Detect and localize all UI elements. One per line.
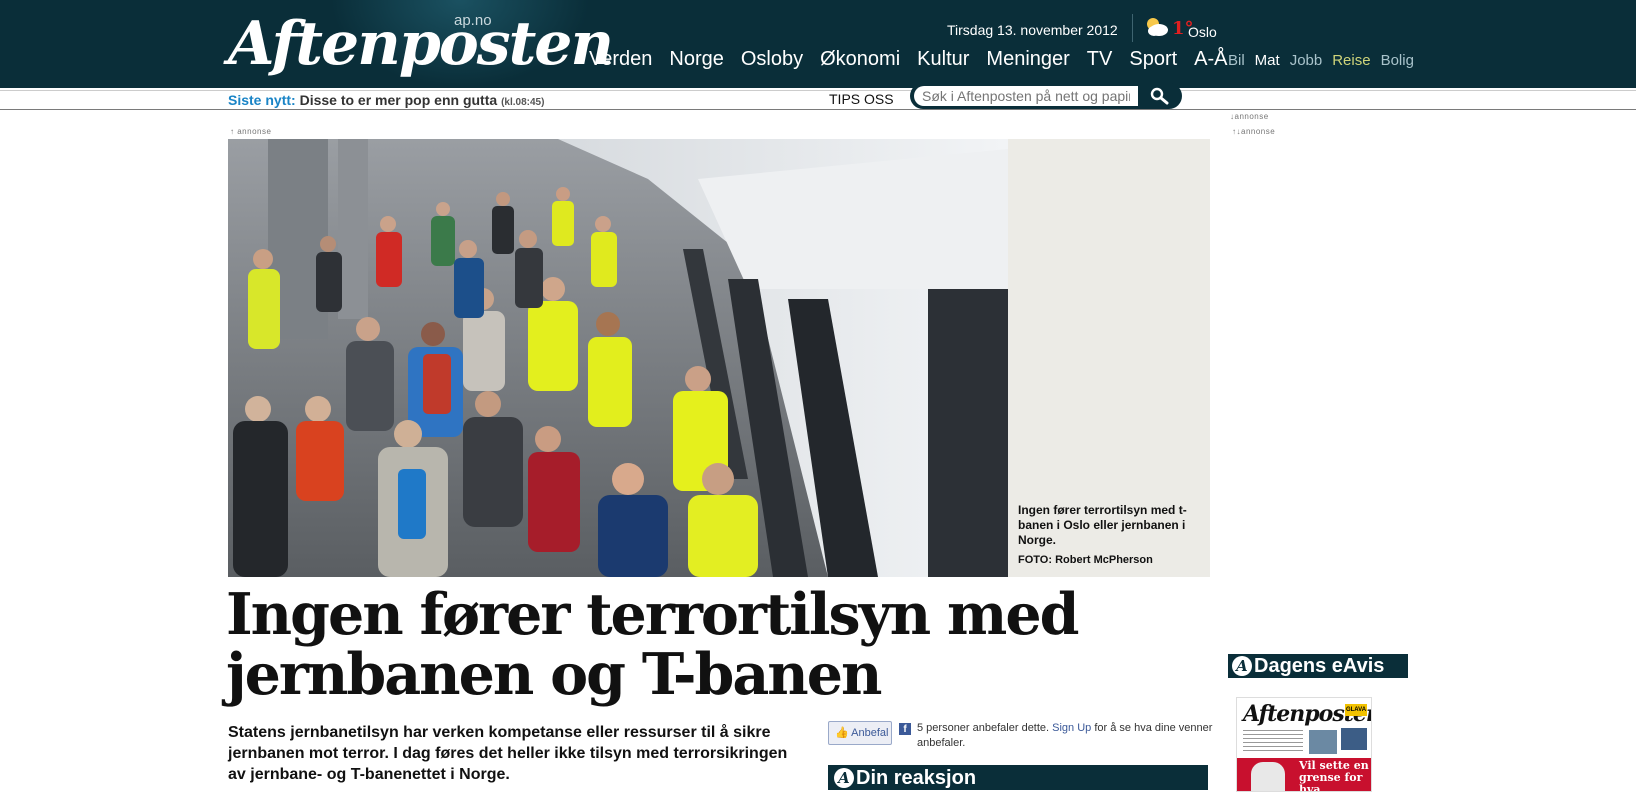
- eavis-thumb-photo: [1309, 730, 1337, 754]
- recommend-text: 5 personer anbefaler dette. Sign Up for …: [917, 722, 1213, 749]
- main-navigation: Verden Norge Osloby Økonomi Kultur Menin…: [589, 48, 1228, 71]
- eavis-thumb-car: [1341, 728, 1367, 750]
- article-lede: Statens jernbanetilsyn har verken kompet…: [228, 724, 788, 783]
- nav-a-a[interactable]: A-Å: [1194, 48, 1227, 71]
- eavis-thumb-headline: Vil sette en grense for hva: [1299, 759, 1369, 792]
- eavis-title[interactable]: Dagens eAvis: [1254, 655, 1384, 678]
- logo-domain[interactable]: ap.no: [454, 12, 492, 29]
- ticker-label: Siste nytt:: [228, 92, 296, 108]
- tips-link[interactable]: TIPS OSS: [829, 91, 894, 107]
- search-input[interactable]: [914, 86, 1138, 106]
- nav-meninger[interactable]: Meninger: [986, 48, 1069, 71]
- nav-sport[interactable]: Sport: [1129, 48, 1177, 71]
- aftenposten-a-icon: A: [834, 768, 854, 788]
- nav-mat[interactable]: Mat: [1255, 52, 1280, 69]
- nav-norge[interactable]: Norge: [669, 48, 723, 71]
- recommend-label: Anbefal: [851, 727, 889, 739]
- eavis-thumbnail[interactable]: Aftenposten GLAVA Vil sette en grense fo…: [1236, 697, 1372, 792]
- signup-link[interactable]: Sign Up: [1052, 722, 1091, 734]
- facebook-icon: f: [899, 723, 911, 735]
- site-logo[interactable]: Aftenposten: [228, 4, 614, 84]
- article-headline: Ingen fører terrortilsyn med jernbanen o…: [226, 581, 1080, 708]
- current-date: Tirsdag 13. november 2012: [947, 22, 1118, 38]
- nav-osloby[interactable]: Osloby: [741, 48, 803, 71]
- ad-label: ↑↓annonse: [1232, 127, 1276, 136]
- weather-city[interactable]: Oslo: [1188, 24, 1217, 40]
- photo-credit: FOTO: Robert McPherson: [1018, 554, 1153, 566]
- secondary-navigation: Bil Mat Jobb Reise Bolig: [1228, 52, 1414, 69]
- nav-okonomi[interactable]: Økonomi: [820, 48, 900, 71]
- train-platform-photo: [228, 139, 1008, 577]
- article-hero-image[interactable]: [228, 139, 1008, 577]
- ad-label: ↑ annonse: [230, 127, 272, 136]
- nav-bolig[interactable]: Bolig: [1381, 52, 1414, 69]
- reaction-title: Din reaksjon: [856, 767, 977, 789]
- eavis-header[interactable]: A Dagens eAvis: [1228, 654, 1408, 678]
- eavis-thumb-figure: [1251, 762, 1285, 791]
- partly-cloudy-icon: [1147, 18, 1168, 36]
- eavis-thumb-badge: GLAVA: [1345, 704, 1367, 716]
- thumbs-up-icon: 👍: [835, 727, 849, 739]
- eavis-thumb-banner: Vil sette en grense for hva: [1237, 758, 1371, 791]
- eavis-thumb-text: [1243, 730, 1303, 754]
- ticker-headline[interactable]: Disse to er mer pop enn gutta: [300, 92, 498, 108]
- reaction-header: A Din reaksjon: [828, 765, 1208, 790]
- nav-reise[interactable]: Reise: [1332, 52, 1370, 69]
- nav-tv[interactable]: TV: [1087, 48, 1113, 71]
- ad-label: ↓annonse: [1230, 112, 1269, 121]
- nav-jobb[interactable]: Jobb: [1290, 52, 1323, 69]
- nav-bil[interactable]: Bil: [1228, 52, 1245, 69]
- image-caption: Ingen fører terrortilsyn med t-banen i O…: [1018, 503, 1187, 547]
- nav-kultur[interactable]: Kultur: [917, 48, 969, 71]
- aftenposten-a-icon: A: [1232, 656, 1252, 676]
- header-divider: [1132, 14, 1133, 42]
- search-icon[interactable]: [1140, 86, 1178, 106]
- news-ticker[interactable]: Siste nytt: Disse to er mer pop enn gutt…: [228, 92, 544, 108]
- ticker-time: (kl.08:45): [501, 97, 545, 108]
- nav-verden[interactable]: Verden: [589, 48, 652, 71]
- recommend-button[interactable]: 👍 Anbefal: [828, 721, 892, 745]
